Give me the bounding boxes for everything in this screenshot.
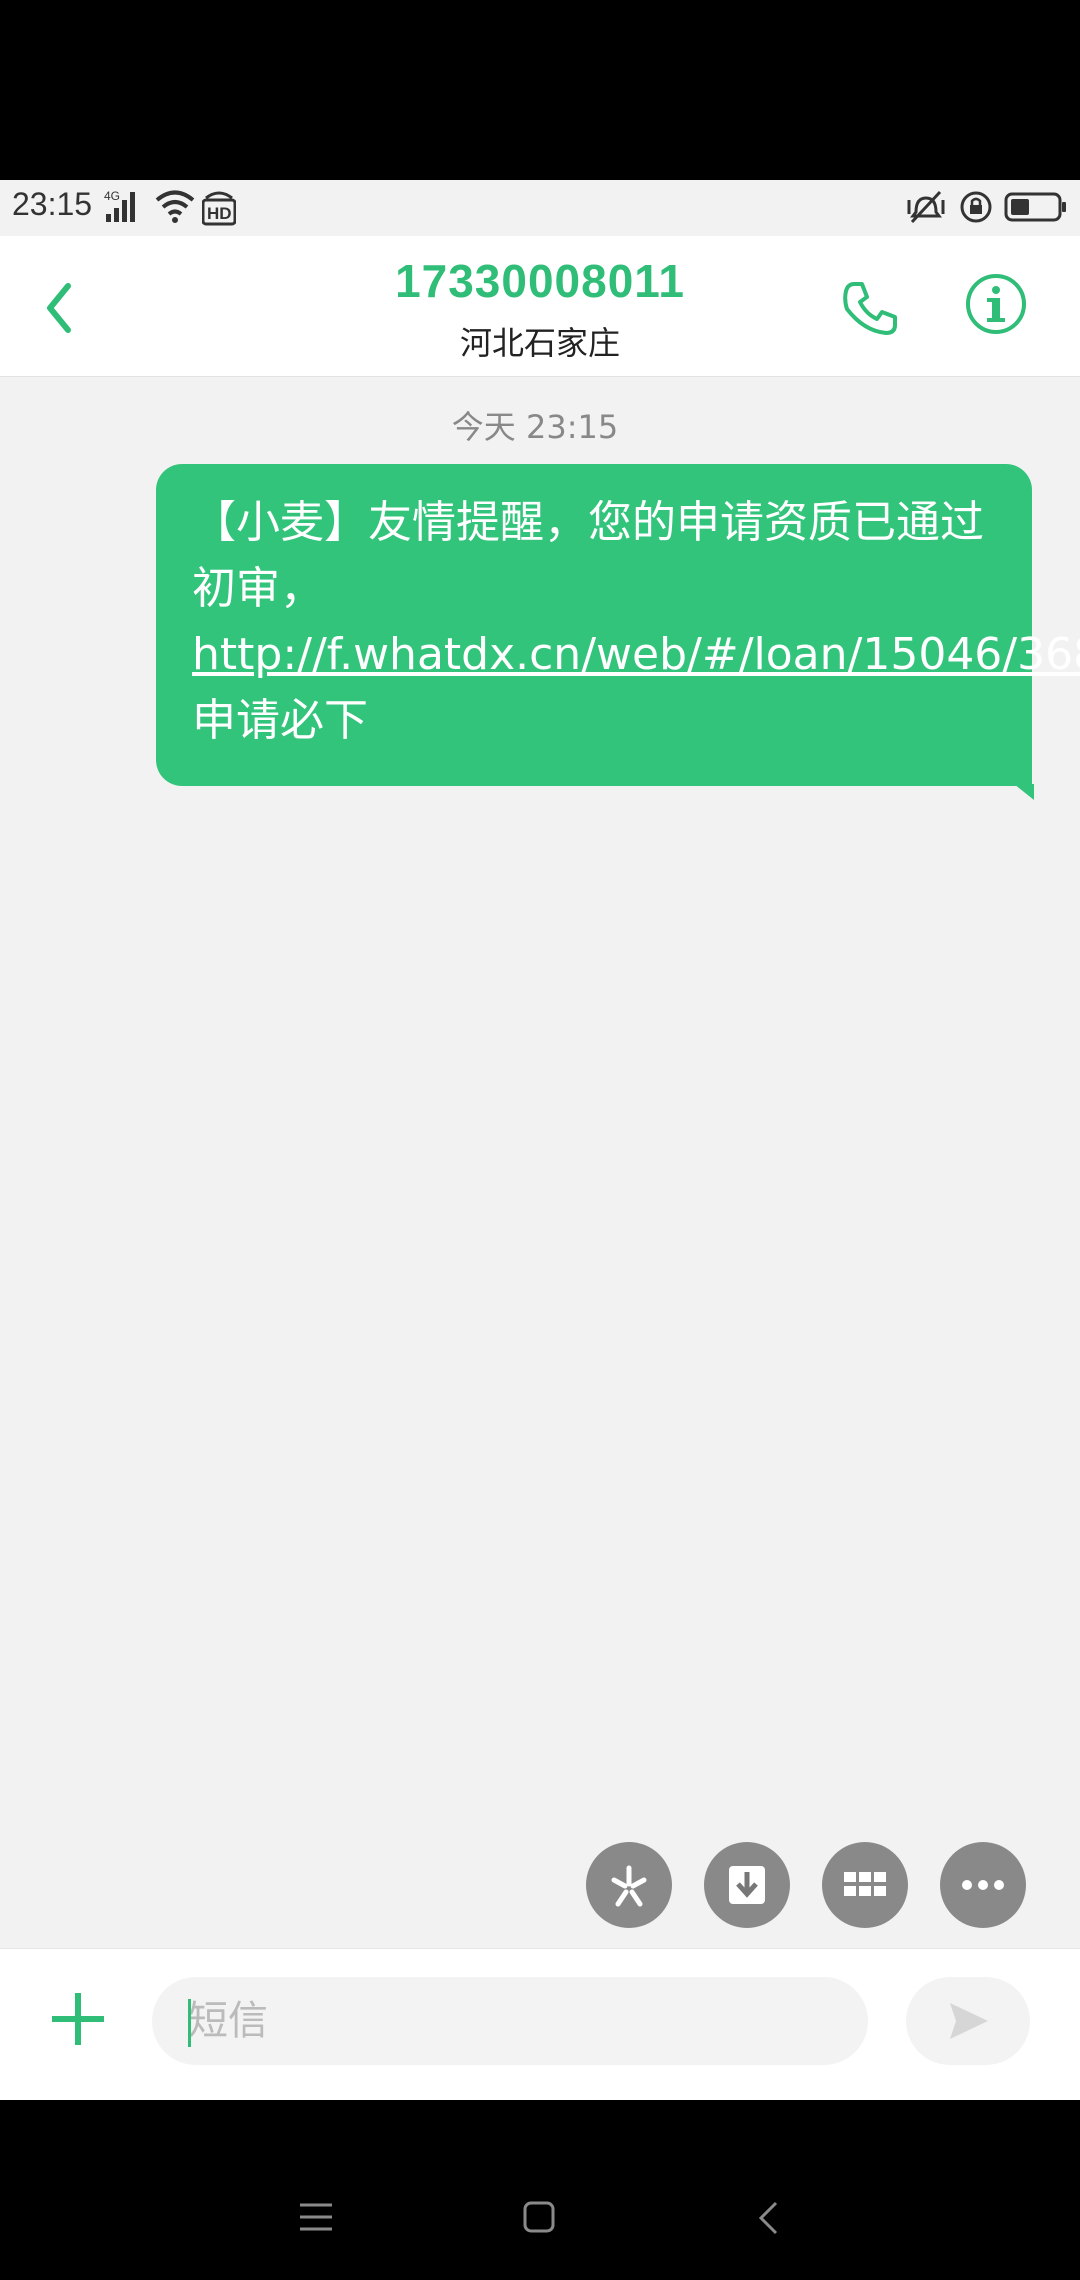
conversation-header: 17330008011 河北石家庄	[0, 236, 1080, 377]
hd-label: HD	[207, 204, 232, 223]
more-options-button[interactable]	[940, 1842, 1026, 1928]
hd-voice-icon: HD	[202, 191, 236, 226]
message-date-label: 今天 23:15	[451, 408, 619, 446]
received-message-bubble[interactable]: 【小麦】友情提醒，您的申请资质已通过初审， http://f.whatdx.cn/…	[156, 464, 1080, 800]
status-bar: 23:15 4G HD	[0, 180, 1080, 236]
vibrate-mode-icon	[907, 190, 945, 224]
info-icon[interactable]	[964, 272, 1028, 336]
message-input[interactable]	[152, 1977, 868, 2065]
contact-location: 河北石家庄	[459, 324, 620, 362]
message-composer	[0, 1948, 1080, 2100]
more-dots-icon	[962, 1880, 1004, 1890]
download-icon	[729, 1866, 765, 1904]
sparkle-icon	[611, 1865, 647, 1907]
contact-number: 17330008011	[395, 255, 685, 307]
text-cursor	[188, 1999, 191, 2047]
download-button[interactable]	[704, 1842, 790, 1928]
status-time: 23:15	[12, 186, 93, 222]
phone-icon[interactable]	[840, 278, 900, 338]
wifi-icon	[155, 190, 195, 223]
system-navigation-bar	[0, 2100, 1080, 2280]
network-type-label: 4G	[104, 189, 120, 203]
back-nav-icon[interactable]	[756, 2200, 780, 2236]
add-attachment-icon[interactable]	[48, 1989, 108, 2049]
battery-icon	[1004, 192, 1066, 222]
apps-grid-button[interactable]	[822, 1842, 908, 1928]
cellular-signal-icon: 4G	[104, 189, 135, 222]
send-button[interactable]	[906, 1977, 1030, 2065]
messages-screen: 23:15 4G HD 17330008011 河北石家庄 今天 23:15 【…	[0, 180, 1080, 2100]
home-icon[interactable]	[522, 2200, 556, 2234]
bubble-tail	[1014, 784, 1034, 800]
message-link[interactable]: http://f.whatdx.cn/web/#/loan/15046/368	[192, 629, 1080, 680]
quick-action-button[interactable]	[586, 1842, 672, 1928]
message-text: 【小麦】友情提醒，您的申请资质已通过初审，	[192, 497, 984, 614]
rotation-lock-icon	[960, 191, 992, 223]
menu-icon[interactable]	[298, 2200, 334, 2234]
grid-icon	[844, 1872, 886, 1896]
send-icon	[950, 2003, 988, 2039]
